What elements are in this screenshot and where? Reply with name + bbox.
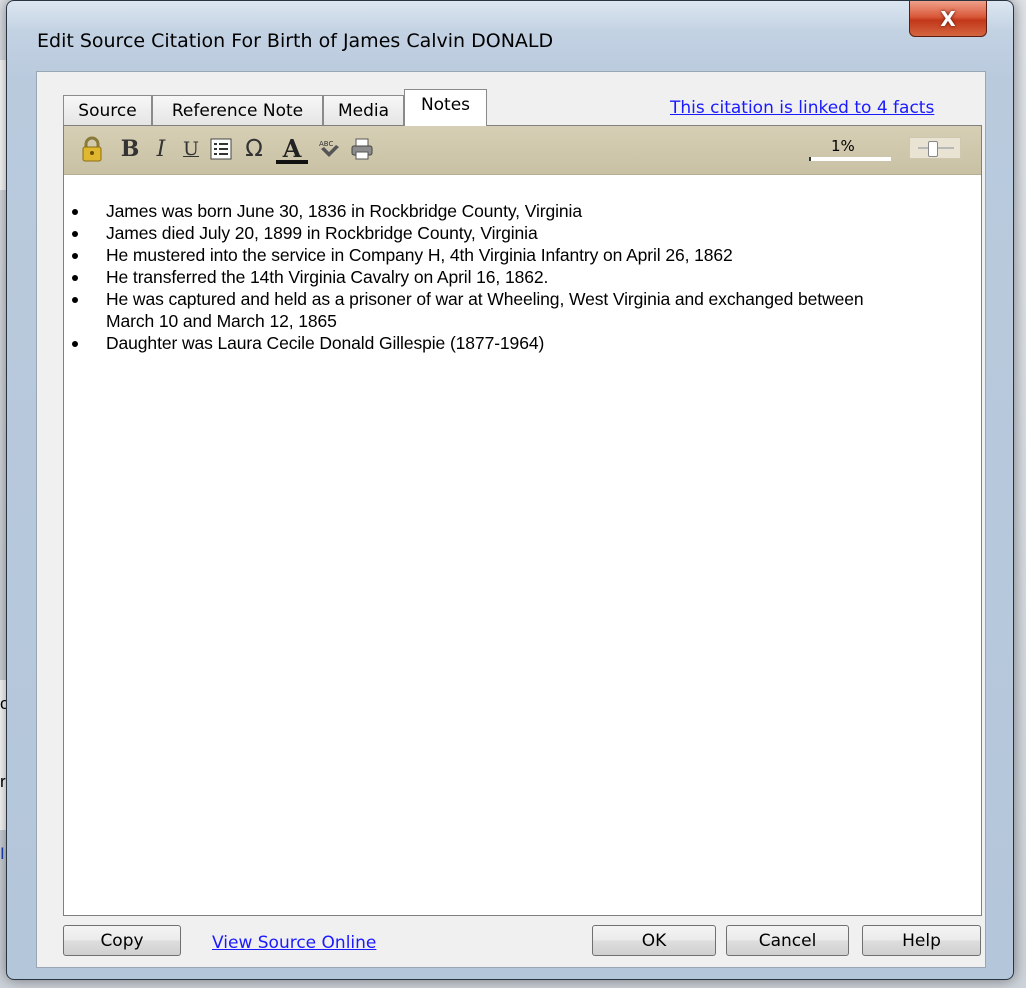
view-source-online-link[interactable]: View Source Online xyxy=(212,933,376,953)
edit-source-citation-dialog: Edit Source Citation For Birth of James … xyxy=(6,0,1014,980)
notes-list[interactable]: James was born June 30, 1836 in Rockbrid… xyxy=(64,200,1006,354)
zoom-slider[interactable] xyxy=(909,137,961,159)
special-character-icon[interactable]: Ω xyxy=(240,136,268,162)
help-button[interactable]: Help xyxy=(862,925,981,956)
bold-icon[interactable]: B xyxy=(118,136,142,162)
cancel-button[interactable]: Cancel xyxy=(726,925,849,956)
italic-icon[interactable]: I xyxy=(150,136,172,162)
list-item: He transferred the 14th Virginia Cavalry… xyxy=(72,266,1006,288)
spell-check-icon[interactable]: ABC xyxy=(316,136,344,162)
close-icon: X xyxy=(940,6,956,31)
list-item: He was captured and held as a prisoner o… xyxy=(72,288,896,332)
close-button[interactable]: X xyxy=(909,1,987,37)
tab-notes[interactable]: Notes xyxy=(404,89,487,126)
svg-text:ABC: ABC xyxy=(319,140,333,148)
dialog-title: Edit Source Citation For Birth of James … xyxy=(37,30,554,52)
zoom-slider-handle[interactable] xyxy=(928,141,938,157)
underline-icon[interactable]: U xyxy=(180,136,202,162)
zoom-indicator xyxy=(809,157,891,161)
tab-reference-note[interactable]: Reference Note xyxy=(152,95,323,125)
list-item: Daughter was Laura Cecile Donald Gillesp… xyxy=(72,332,1006,354)
ok-button[interactable]: OK xyxy=(592,925,716,956)
tab-source[interactable]: Source xyxy=(63,95,152,125)
notes-panel: B I U Ω A ABC 1% James was born June 30,… xyxy=(63,125,982,916)
list-item: James died July 20, 1899 in Rockbridge C… xyxy=(72,222,1006,244)
font-color-icon[interactable]: A xyxy=(276,134,308,164)
zoom-level: 1% xyxy=(831,137,855,155)
linked-facts-link[interactable]: This citation is linked to 4 facts xyxy=(670,98,934,118)
tab-media[interactable]: Media xyxy=(323,95,404,125)
print-icon[interactable] xyxy=(348,136,376,162)
lock-icon[interactable] xyxy=(78,136,106,162)
formatting-toolbar: B I U Ω A ABC 1% xyxy=(64,126,981,175)
dialog-client-area: Source Reference Note Media Notes This c… xyxy=(36,71,986,968)
list-item: He mustered into the service in Company … xyxy=(72,244,1006,266)
bullet-list-icon[interactable] xyxy=(208,136,234,162)
copy-button[interactable]: Copy xyxy=(63,925,181,956)
list-item: James was born June 30, 1836 in Rockbrid… xyxy=(72,200,1006,222)
